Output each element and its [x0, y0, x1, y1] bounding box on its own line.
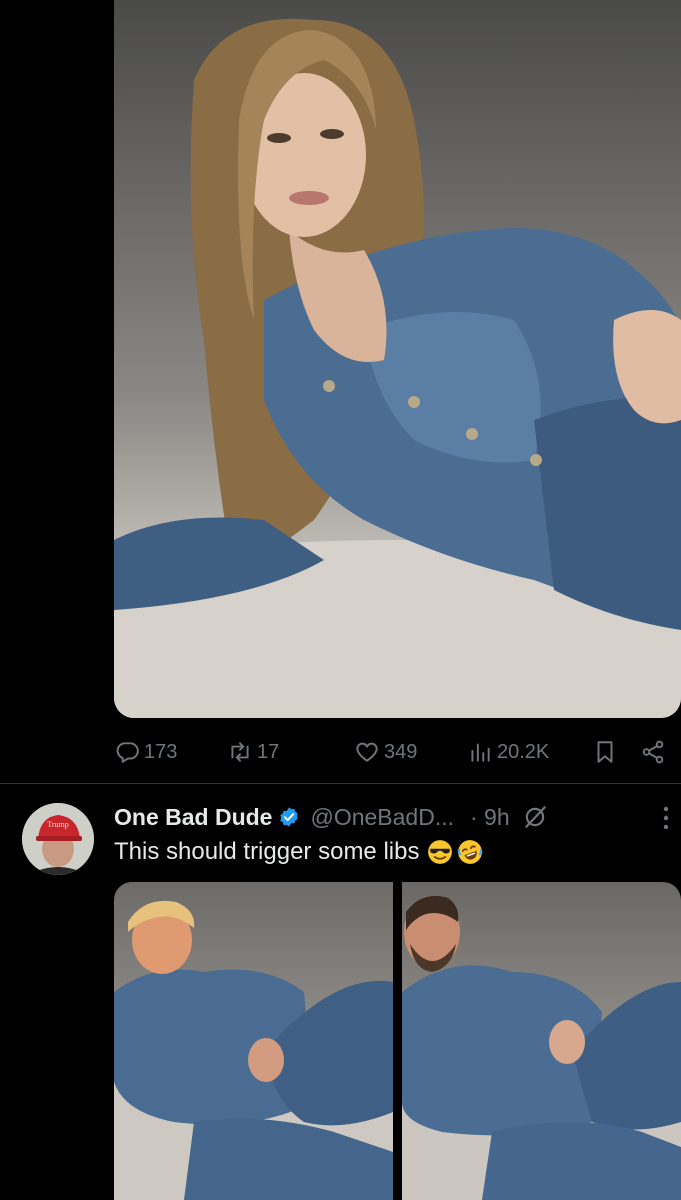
verified-icon — [280, 807, 299, 827]
user-handle[interactable]: @OneBadD... — [310, 804, 454, 831]
post-actions: 173 17 349 20.2K — [112, 732, 681, 772]
repost-icon — [231, 742, 249, 762]
like-icon — [356, 742, 378, 762]
post-text-content: This should trigger some libs — [114, 838, 420, 865]
post-image-2[interactable] — [402, 882, 681, 1200]
like-button[interactable]: 349 — [354, 732, 417, 772]
post-header: One Bad Dude @OneBadD... · 9h — [114, 800, 548, 834]
reply-count: 173 — [144, 740, 178, 763]
display-name[interactable]: One Bad Dude — [114, 804, 272, 831]
share-button[interactable] — [640, 732, 666, 772]
bookmark-icon — [597, 741, 613, 763]
avatar-hat-text: Trump — [47, 820, 69, 829]
grok-icon[interactable] — [522, 804, 548, 830]
reply-icon — [116, 742, 139, 763]
avatar[interactable]: Trump — [22, 803, 94, 875]
like-count: 349 — [384, 740, 418, 763]
timeline: 173 17 349 20.2K Trump One Bad Dude @One… — [0, 0, 681, 1200]
views-icon — [471, 743, 490, 762]
reply-button[interactable]: 173 — [114, 732, 177, 772]
views-button[interactable]: 20.2K — [467, 732, 549, 772]
post-image-2-illustration — [402, 895, 681, 1200]
post-image-1-illustration — [114, 900, 393, 1200]
post-image-1[interactable] — [114, 882, 393, 1200]
repost-count: 17 — [257, 740, 280, 763]
bookmark-button[interactable] — [592, 732, 618, 772]
more-icon[interactable] — [655, 803, 677, 833]
rofl-emoji-icon — [458, 840, 483, 864]
repost-button[interactable]: 17 — [227, 732, 279, 772]
post-time[interactable]: · 9h — [470, 804, 510, 831]
post-text: This should trigger some libs — [114, 838, 483, 866]
post-divider — [0, 783, 681, 784]
post-media-grid — [114, 882, 681, 1200]
post-image[interactable] — [114, 0, 681, 718]
share-icon — [642, 740, 664, 764]
post-image-illustration — [114, 18, 681, 718]
avatar-image: Trump — [22, 803, 94, 875]
sunglasses-emoji-icon — [428, 840, 453, 864]
view-count: 20.2K — [497, 740, 550, 763]
